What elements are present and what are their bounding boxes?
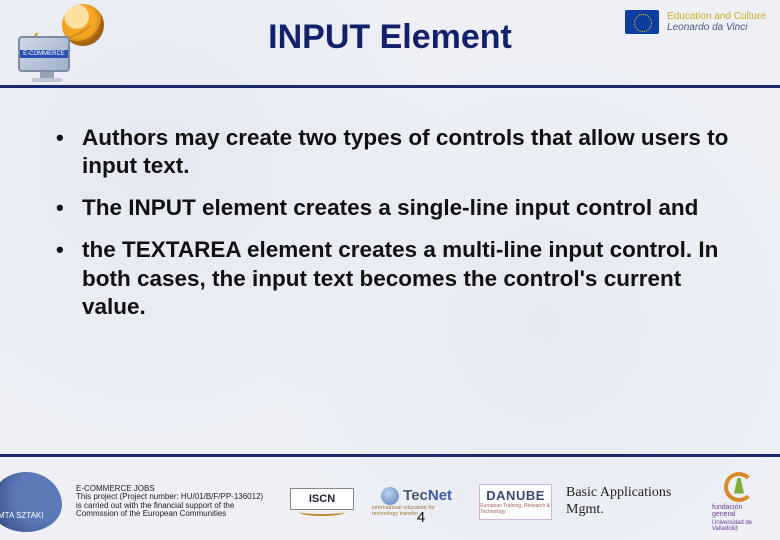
fund-line2: Universidad de Valladolid bbox=[712, 520, 766, 532]
slide-header: E-COMMERCE INPUT Element Education and C… bbox=[0, 0, 780, 88]
disclaimer-support: is carried out with the financial suppor… bbox=[76, 502, 276, 519]
project-disclaimer: E-COMMERCE JOBS This project (Project nu… bbox=[76, 485, 276, 519]
tecnet-globe-icon bbox=[381, 487, 399, 505]
slide-footer: MTA SZTAKI E-COMMERCE JOBS This project … bbox=[0, 454, 780, 540]
bullet-item: Authors may create two types of controls… bbox=[56, 124, 734, 180]
bullet-item: the TEXTAREA element creates a multi-lin… bbox=[56, 236, 734, 320]
danube-sub: European Training, Research & Technology bbox=[480, 503, 551, 515]
slide-body: Authors may create two types of controls… bbox=[0, 88, 780, 321]
fundacion-logo: fundación general Universidad de Vallado… bbox=[712, 472, 766, 532]
edu-culture-line1: Education and Culture bbox=[667, 11, 766, 22]
danube-logo: DANUBE European Training, Research & Tec… bbox=[479, 484, 552, 520]
edu-culture-line2: Leonardo da Vinci bbox=[667, 22, 766, 33]
sztaki-label: MTA SZTAKI bbox=[0, 511, 43, 520]
danube-label: DANUBE bbox=[486, 488, 545, 503]
bullet-list: Authors may create two types of controls… bbox=[56, 124, 734, 321]
iscn-label: ISCN bbox=[309, 493, 335, 505]
fundacion-mark-icon bbox=[724, 472, 754, 502]
tecnet-net: Net bbox=[428, 487, 452, 504]
iscn-logo: ISCN bbox=[290, 488, 354, 516]
slide: E-COMMERCE INPUT Element Education and C… bbox=[0, 0, 780, 540]
eu-flag-icon bbox=[625, 10, 659, 34]
header-right-logos: Education and Culture Leonardo da Vinci bbox=[625, 10, 766, 34]
sztaki-logo: MTA SZTAKI bbox=[0, 472, 62, 532]
fund-line1: fundación general bbox=[712, 504, 766, 518]
partner-logos: ISCN TecNet international education for … bbox=[290, 484, 552, 520]
tecnet-tec: Tec bbox=[403, 487, 428, 504]
page-number: 4 bbox=[417, 509, 425, 526]
footer-right-text: Basic Applications Mgmt. bbox=[566, 485, 698, 517]
bullet-item: The INPUT element creates a single-line … bbox=[56, 194, 734, 222]
education-culture-logo: Education and Culture Leonardo da Vinci bbox=[667, 11, 766, 33]
